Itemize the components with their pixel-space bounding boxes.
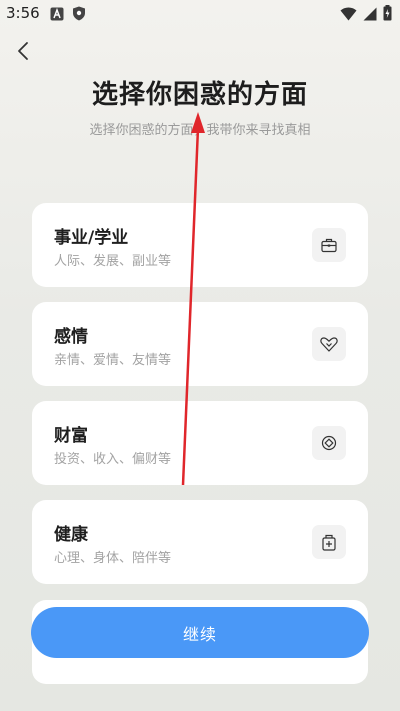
page-title: 选择你困惑的方面: [91, 80, 308, 110]
status-bar: 3:56: [0, 0, 400, 28]
category-desc: 人际、发展、副业等: [54, 254, 172, 269]
chevron-left-icon: [18, 42, 28, 60]
category-desc: 亲情、爱情、友情等: [54, 353, 172, 368]
shield-icon: [72, 6, 86, 25]
medical-kit-icon: [312, 525, 346, 559]
category-title: 事业/学业: [54, 228, 129, 248]
category-card-emotion[interactable]: 感情 亲情、爱情、友情等: [32, 302, 368, 386]
category-title: 感情: [54, 327, 88, 347]
category-card-career[interactable]: 事业/学业 人际、发展、副业等: [32, 203, 368, 287]
status-right-icons: [340, 5, 392, 25]
signal-icon: [363, 6, 377, 25]
category-card-health[interactable]: 健康 心理、身体、陪伴等: [32, 500, 368, 584]
category-title: 健康: [54, 525, 88, 545]
back-button[interactable]: [10, 38, 36, 64]
notification-a-icon: [50, 6, 64, 25]
coin-icon: [312, 426, 346, 460]
battery-icon: [383, 5, 392, 25]
category-desc: 投资、收入、偏财等: [54, 452, 172, 467]
category-desc: 心理、身体、陪伴等: [54, 551, 172, 566]
status-time: 3:56: [6, 4, 40, 22]
continue-button[interactable]: 继续: [31, 607, 369, 658]
category-title: 财富: [54, 426, 88, 446]
briefcase-icon: [312, 228, 346, 262]
heart-icon: [312, 327, 346, 361]
category-card-wealth[interactable]: 财富 投资、收入、偏财等: [32, 401, 368, 485]
page-subtitle: 选择你困惑的方面，我带你来寻找真相: [89, 123, 311, 138]
wifi-icon: [340, 6, 357, 25]
